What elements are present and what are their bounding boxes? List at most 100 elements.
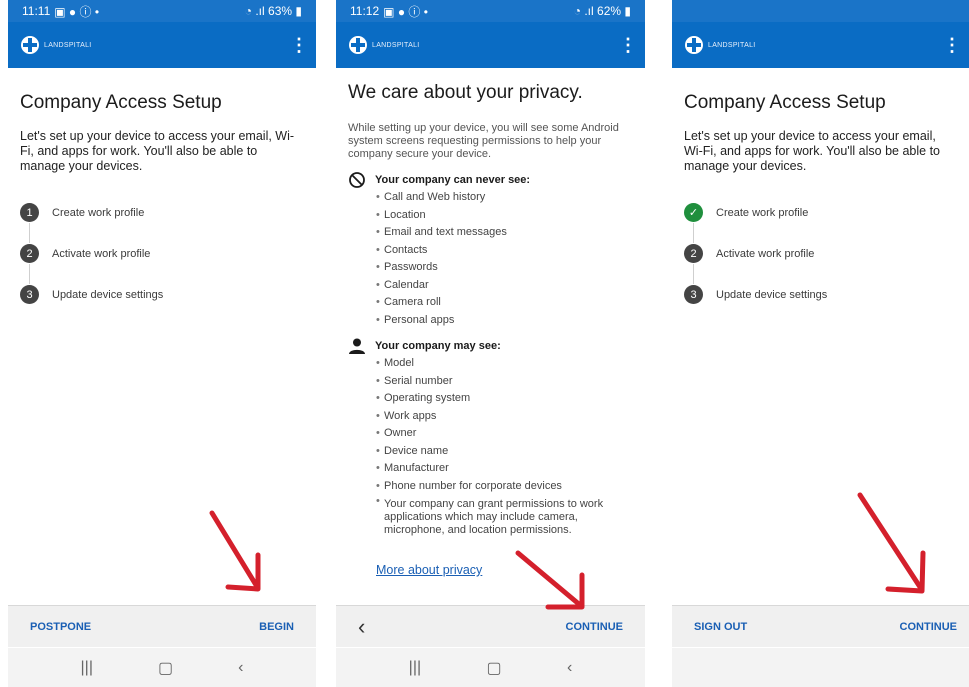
battery-level: 62% — [597, 4, 622, 18]
signal-icon: ◔ .ıl — [244, 4, 269, 18]
landspitali-logo-icon — [349, 36, 367, 54]
more-about-privacy-link[interactable]: More about privacy — [376, 563, 482, 577]
intro-text: Let's set up your device to access your … — [20, 129, 295, 173]
step-label: Create work profile — [52, 206, 145, 219]
never-see-heading: Your company can never see: — [348, 171, 633, 189]
signal-icon: ◔ .ıl — [573, 4, 598, 18]
list-item: Email and text messages — [376, 224, 633, 242]
back-nav-icon[interactable]: ‹ — [238, 659, 243, 677]
page-title: Company Access Setup — [684, 92, 886, 113]
list-item: Call and Web history — [376, 189, 633, 207]
logo-text: LANDSPITALI — [372, 41, 420, 49]
step-create-work-profile: 1 Create work profile — [20, 192, 304, 243]
home-icon[interactable]: ▢ — [487, 658, 502, 678]
may-see-title: Your company may see: — [375, 340, 501, 352]
action-bar: ‹ CONTINUE — [336, 605, 645, 647]
status-time: 11:12 — [350, 4, 380, 18]
checkmark-icon: ✓ — [684, 203, 703, 222]
step-label: Update device settings — [716, 288, 828, 301]
status-time: 11:11 — [22, 4, 51, 18]
intro-text: Let's set up your device to access your … — [684, 129, 940, 173]
setup-steps: ✓ Create work profile 2 Activate work pr… — [684, 192, 957, 315]
app-bar: LANDSPITALI ⋮ — [8, 22, 316, 68]
screen-privacy: 11:12 ▣ ● ⓘ • ◔ .ıl 62% ▮ LANDSPITALI ⋮ … — [336, 0, 645, 687]
step-label: Create work profile — [716, 206, 809, 219]
list-item: Model — [376, 355, 633, 373]
list-item: Phone number for corporate devices — [376, 478, 633, 496]
action-bar: SIGN OUT CONTINUE — [672, 605, 969, 647]
intro-text: While setting up your device, you will s… — [348, 122, 619, 160]
step-update-device-settings: 3 Update device settings — [20, 274, 304, 315]
setup-steps: 1 Create work profile 2 Activate work pr… — [20, 192, 304, 315]
app-logo: LANDSPITALI — [684, 35, 756, 55]
step-number: 3 — [20, 285, 39, 304]
recent-apps-icon[interactable]: ||| — [81, 659, 93, 677]
battery-icon: ▮ — [295, 4, 302, 18]
system-nav-bar: ||| ▢ ‹ — [8, 648, 316, 687]
system-nav-bar: ||| ▢ ‹ — [336, 648, 645, 687]
step-number: 3 — [684, 285, 703, 304]
step-label: Update device settings — [52, 288, 164, 301]
battery-level: 63% — [268, 4, 293, 18]
status-bar: 11:12 ▣ ● ⓘ • ◔ .ıl 62% ▮ — [336, 0, 645, 22]
list-item: Operating system — [376, 390, 633, 408]
app-bar: LANDSPITALI ⋮ — [672, 22, 969, 68]
home-icon[interactable]: ▢ — [158, 658, 173, 678]
screen-setup-2: LANDSPITALI ⋮ Company Access Setup Let's… — [672, 0, 969, 687]
list-item: Work apps — [376, 408, 633, 426]
list-item: Serial number — [376, 373, 633, 391]
more-options-icon[interactable]: ⋮ — [290, 36, 308, 54]
list-item: Personal apps — [376, 312, 633, 330]
status-bar — [672, 0, 969, 22]
postpone-button[interactable]: POSTPONE — [30, 621, 91, 633]
step-label: Activate work profile — [52, 247, 151, 260]
page-title: We care about your privacy. — [348, 82, 583, 103]
may-see-list: Model Serial number Operating system Wor… — [376, 355, 633, 537]
continue-button[interactable]: CONTINUE — [566, 621, 623, 633]
landspitali-logo-icon — [21, 36, 39, 54]
action-bar: POSTPONE BEGIN — [8, 605, 316, 647]
back-nav-icon[interactable]: ‹ — [567, 659, 572, 677]
step-create-work-profile: ✓ Create work profile — [684, 192, 957, 243]
sign-out-button[interactable]: SIGN OUT — [694, 621, 747, 633]
battery-icon: ▮ — [624, 4, 631, 18]
logo-text: LANDSPITALI — [44, 41, 92, 49]
list-item: Manufacturer — [376, 460, 633, 478]
more-options-icon[interactable]: ⋮ — [943, 36, 961, 54]
list-item: Passwords — [376, 259, 633, 277]
step-number: 1 — [20, 203, 39, 222]
list-item: Owner — [376, 425, 633, 443]
page-title: Company Access Setup — [20, 92, 222, 113]
more-options-icon[interactable]: ⋮ — [619, 36, 637, 54]
never-see-list: Call and Web history Location Email and … — [376, 189, 633, 329]
step-number: 2 — [684, 244, 703, 263]
prohibited-icon — [349, 172, 365, 188]
step-activate-work-profile: 2 Activate work profile — [20, 233, 304, 284]
begin-button[interactable]: BEGIN — [259, 621, 294, 633]
list-item: Device name — [376, 443, 633, 461]
list-item: Contacts — [376, 242, 633, 260]
status-bar: 11:11 ▣ ● ⓘ • ◔ .ıl 63% ▮ — [8, 0, 316, 22]
list-item: Calendar — [376, 277, 633, 295]
continue-button[interactable]: CONTINUE — [900, 621, 957, 633]
screen-setup-1: 11:11 ▣ ● ⓘ • ◔ .ıl 63% ▮ LANDSPITALI ⋮ … — [8, 0, 316, 687]
step-label: Activate work profile — [716, 247, 815, 260]
app-logo: LANDSPITALI — [20, 35, 92, 55]
logo-text: LANDSPITALI — [708, 41, 756, 49]
app-logo: LANDSPITALI — [348, 35, 420, 55]
list-item: Location — [376, 207, 633, 225]
step-update-device-settings: 3 Update device settings — [684, 274, 957, 315]
recent-apps-icon[interactable]: ||| — [409, 659, 421, 677]
list-item: Your company can grant permissions to wo… — [376, 495, 633, 537]
app-bar: LANDSPITALI ⋮ — [336, 22, 645, 68]
person-icon — [349, 338, 365, 354]
never-see-title: Your company can never see: — [375, 174, 531, 186]
back-button[interactable]: ‹ — [358, 614, 365, 640]
may-see-heading: Your company may see: — [348, 337, 633, 355]
landspitali-logo-icon — [685, 36, 703, 54]
notification-icons: ▣ ● ⓘ • — [383, 4, 428, 19]
step-number: 2 — [20, 244, 39, 263]
list-item: Camera roll — [376, 294, 633, 312]
system-nav-bar-blank — [672, 648, 969, 687]
step-activate-work-profile: 2 Activate work profile — [684, 233, 957, 284]
